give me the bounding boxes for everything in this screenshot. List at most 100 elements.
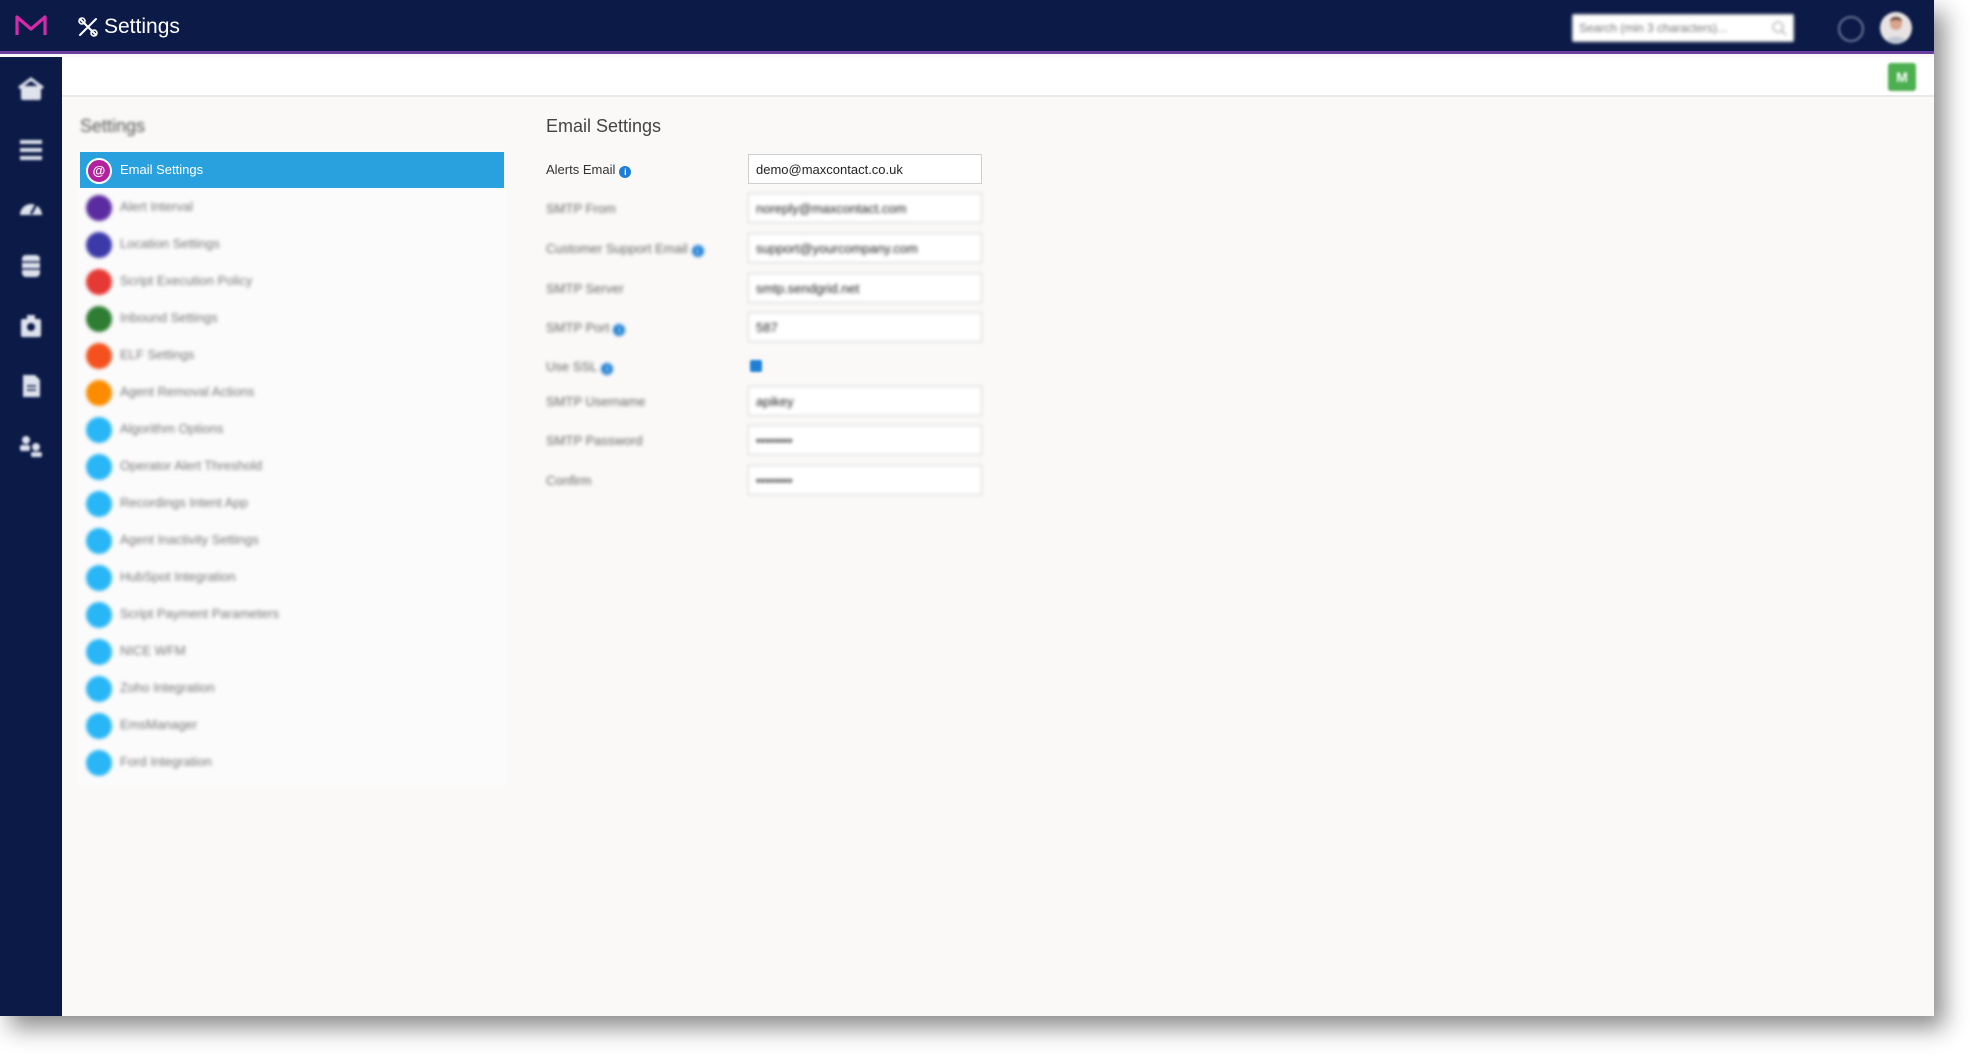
home-icon[interactable] (18, 77, 44, 103)
field-label: Confirm (546, 473, 592, 488)
elf-settings-icon (86, 343, 112, 369)
form-row-smtp-port: SMTP Port i (546, 312, 1006, 342)
settings-item-operator-alert[interactable]: Operator Alert Threshold (80, 448, 504, 484)
settings-item-email[interactable]: @ Email Settings (80, 152, 504, 188)
form-row-alerts-email: Alerts Email i (546, 154, 1006, 184)
script-payment-icon (86, 602, 112, 628)
contacts-icon[interactable] (18, 313, 44, 339)
users-icon[interactable] (18, 433, 44, 459)
smtp-port-input[interactable] (748, 312, 982, 342)
top-bar: Settings (0, 0, 1934, 54)
info-icon[interactable]: i (601, 363, 614, 375)
inbound-phone-icon (86, 306, 112, 332)
settings-item-agent-removal[interactable]: Agent Removal Actions (80, 374, 504, 410)
settings-list-heading: Settings (80, 116, 146, 136)
form-row-smtp-username: SMTP Username (546, 386, 1006, 416)
settings-item-zoho[interactable]: Zoho Integration (80, 670, 504, 706)
dashboard-gauge-icon[interactable] (18, 195, 44, 221)
search-icon[interactable] (1771, 20, 1787, 36)
settings-item-label: Alert Interval (120, 199, 193, 214)
tools-icon (78, 17, 98, 37)
field-label: Alerts Email i (546, 162, 632, 178)
settings-item-alert-interval[interactable]: Alert Interval (80, 189, 504, 225)
info-icon[interactable]: i (691, 245, 704, 257)
settings-item-label: Operator Alert Threshold (120, 458, 263, 473)
settings-item-label: Recordings Intent App (120, 495, 248, 510)
form-row-smtp-server: SMTP Server (546, 273, 1006, 303)
field-label: Use SSL i (546, 359, 614, 375)
email-at-icon: @ (86, 158, 112, 184)
form-title: Email Settings (546, 116, 662, 136)
settings-item-label: EmsManager (120, 717, 198, 732)
field-label: Customer Support Email i (546, 241, 704, 257)
agent-removal-icon (86, 380, 112, 406)
document-icon[interactable] (18, 373, 44, 399)
settings-item-label: NICE WFM (120, 643, 186, 658)
script-policy-icon (86, 269, 112, 295)
app-window: Settings Search (min 3 characters)... M … (0, 0, 1934, 1016)
settings-item-label: Script Payment Parameters (120, 606, 279, 621)
algorithm-icon (86, 417, 112, 443)
field-label: SMTP Server (546, 281, 624, 296)
maxcontact-logo-icon[interactable] (14, 13, 48, 39)
settings-item-elf[interactable]: ELF Settings (80, 337, 504, 373)
settings-item-label: Zoho Integration (120, 680, 215, 695)
confirm-password-input[interactable] (748, 465, 982, 495)
export-excel-button[interactable]: M (1888, 63, 1916, 91)
settings-item-algorithm[interactable]: Algorithm Options (80, 411, 504, 447)
recordings-icon (86, 491, 112, 517)
settings-item-recordings[interactable]: Recordings Intent App (80, 485, 504, 521)
use-ssl-checkbox[interactable] (750, 360, 762, 372)
form-row-customer-support-email: Customer Support Email i (546, 233, 1006, 263)
hubspot-icon (86, 565, 112, 591)
settings-item-ford[interactable]: Ford Integration (80, 744, 504, 780)
settings-item-label: ELF Settings (120, 347, 195, 362)
settings-item-label: Algorithm Options (120, 421, 224, 436)
smtp-from-input[interactable] (748, 193, 982, 223)
smtp-password-input[interactable] (748, 425, 982, 455)
user-avatar[interactable] (1880, 12, 1912, 44)
avatar-person-icon (1885, 16, 1907, 44)
form-row-smtp-password: SMTP Password (546, 425, 1006, 455)
settings-item-label: Ford Integration (120, 754, 212, 769)
settings-item-script-payment[interactable]: Script Payment Parameters (80, 596, 504, 632)
settings-item-label: Inbound Settings (120, 310, 218, 325)
settings-item-label: Script Execution Policy (120, 273, 253, 288)
info-icon[interactable]: i (613, 324, 626, 336)
alert-interval-icon (86, 195, 112, 221)
settings-item-hubspot[interactable]: HubSpot Integration (80, 559, 504, 595)
settings-item-label: Agent Inactivity Settings (120, 532, 259, 547)
zoho-icon (86, 676, 112, 702)
settings-item-label: HubSpot Integration (120, 569, 236, 584)
settings-item-inbound[interactable]: Inbound Settings (80, 300, 504, 336)
alerts-email-input[interactable] (748, 154, 982, 184)
global-search[interactable] (1572, 14, 1794, 42)
help-icon[interactable] (1838, 16, 1864, 42)
agent-inactivity-icon (86, 528, 112, 554)
settings-item-nice-wfm[interactable]: NICE WFM (80, 633, 504, 669)
settings-item-agent-inactivity[interactable]: Agent Inactivity Settings (80, 522, 504, 558)
info-icon[interactable]: i (619, 166, 632, 178)
customer-support-email-input[interactable] (748, 233, 982, 263)
field-label: SMTP Port i (546, 320, 626, 336)
settings-item-location[interactable]: Location Settings (80, 226, 504, 262)
settings-item-label: Agent Removal Actions (120, 384, 255, 399)
operator-alert-icon (86, 454, 112, 480)
nice-wfm-icon (86, 639, 112, 665)
smtp-username-input[interactable] (748, 386, 982, 416)
left-navigation (0, 57, 62, 1016)
form-row-use-ssl: Use SSL i (546, 351, 1006, 381)
field-label: SMTP Password (546, 433, 643, 448)
database-icon[interactable] (18, 253, 44, 279)
content-toolbar: M (62, 57, 1934, 97)
smtp-server-input[interactable] (748, 273, 982, 303)
settings-item-script-execution[interactable]: Script Execution Policy (80, 263, 504, 299)
field-label: SMTP From (546, 201, 616, 216)
settings-item-label: Location Settings (120, 236, 220, 251)
list-icon[interactable] (18, 137, 44, 163)
location-icon (86, 232, 112, 258)
ford-integration-icon (86, 750, 112, 776)
settings-item-emsmanager[interactable]: EmsManager (80, 707, 504, 743)
emsmanager-icon (86, 713, 112, 739)
search-input[interactable] (1573, 15, 1763, 41)
